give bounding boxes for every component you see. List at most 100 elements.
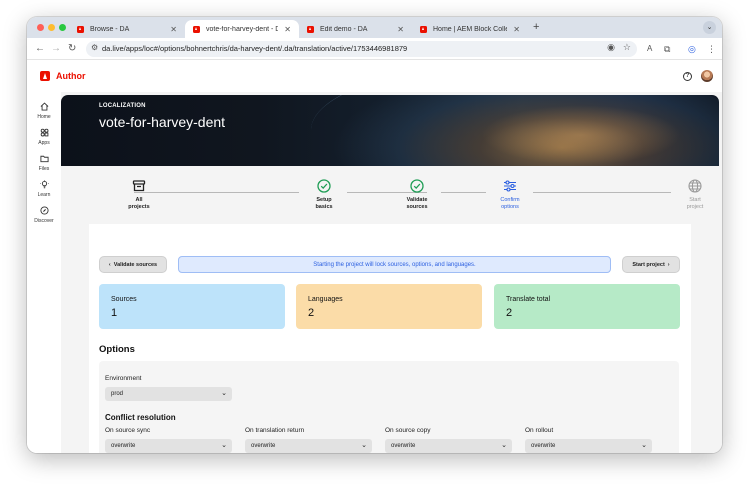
on-translation-return-select[interactable]: overwrite ⌄: [245, 439, 372, 453]
step-connector: [533, 192, 671, 193]
left-rail: Home Apps Files Learn Discover: [27, 92, 61, 453]
adobe-favicon-icon: [77, 25, 84, 33]
stat-value: 2: [308, 307, 315, 319]
stat-title: Translate total: [506, 296, 551, 303]
tab-title: vote-for-harvey-dent - DA Tr: [206, 25, 279, 33]
environment-label: Environment: [105, 375, 142, 382]
tab-close-icon[interactable]: ✕: [284, 25, 291, 34]
globe-icon: [688, 179, 702, 193]
rail-item-label: Files: [38, 166, 50, 172]
on-source-sync-select[interactable]: overwrite ⌄: [105, 439, 232, 453]
stat-title: Sources: [111, 296, 137, 303]
rail-item-label: Home: [37, 114, 51, 120]
site-settings-icon[interactable]: ⚙: [91, 43, 98, 52]
browser-tab-aem-block-collection[interactable]: Home | AEM Block Collection ✕: [412, 20, 528, 38]
reload-icon[interactable]: ↻: [68, 42, 76, 56]
rail-item-label: Apps: [38, 140, 50, 146]
address-bar[interactable]: ⚙ da.live/apps/loc#/options/bohnertchris…: [86, 41, 637, 57]
options-panel: ‹ Validate sources Starting the project …: [89, 224, 691, 453]
chevron-right-icon: ›: [667, 261, 670, 268]
close-window-button[interactable]: [37, 24, 44, 31]
options-form: Environment prod ⌄ Conflict resolution O…: [99, 361, 679, 453]
tab-close-icon[interactable]: ✕: [170, 25, 177, 34]
project-stepper: All projects Setup basics Validate sourc…: [61, 166, 719, 224]
profile-icon[interactable]: ◎: [688, 42, 696, 56]
back-arrow-icon[interactable]: ←: [35, 42, 45, 56]
adobe-logo-icon[interactable]: [40, 71, 50, 81]
adobe-extension-icon[interactable]: A: [647, 42, 652, 56]
on-rollout-select[interactable]: overwrite ⌄: [525, 439, 652, 453]
rail-item-files[interactable]: Files: [27, 154, 61, 172]
home-icon: [40, 102, 48, 111]
select-value: overwrite: [391, 443, 416, 449]
tab-search-chevron-icon[interactable]: ⌄: [703, 21, 716, 34]
check-circle-icon: [410, 179, 424, 193]
on-source-copy-select[interactable]: overwrite ⌄: [385, 439, 512, 453]
eye-off-icon[interactable]: ◉: [607, 42, 615, 53]
step-label: All projects: [128, 197, 150, 210]
browser-menu-icon[interactable]: ⋮: [707, 42, 716, 56]
chevron-down-icon: ⌄: [221, 442, 227, 449]
rail-item-label: Discover: [34, 218, 54, 224]
page-title: vote-for-harvey-dent: [99, 114, 226, 130]
chevron-left-icon: ‹: [108, 261, 111, 268]
environment-select[interactable]: prod ⌄: [105, 387, 232, 401]
tab-close-icon[interactable]: ✕: [513, 25, 520, 34]
browser-tab-vote-for-harvey-dent[interactable]: vote-for-harvey-dent - DA Tr ✕: [185, 20, 299, 38]
step-label: Setup basics: [315, 197, 333, 210]
on-source-copy-label: On source copy: [385, 427, 431, 434]
hero-banner: LOCALIZATION vote-for-harvey-dent: [61, 95, 719, 166]
step-start-project[interactable]: Start project: [665, 179, 722, 210]
options-title: Options: [99, 344, 135, 355]
rail-item-label: Learn: [37, 192, 51, 198]
tab-close-icon[interactable]: ✕: [397, 25, 404, 34]
step-confirm-options[interactable]: Confirm options: [480, 179, 540, 210]
globe-horizon-arc: [311, 95, 719, 166]
stat-value: 2: [506, 307, 513, 319]
main-content: LOCALIZATION vote-for-harvey-dent All pr…: [61, 92, 722, 453]
conflict-resolution-title: Conflict resolution: [105, 413, 176, 422]
chevron-down-icon: ⌄: [501, 442, 507, 449]
button-label: Start project: [632, 261, 665, 268]
help-icon[interactable]: ?: [683, 72, 692, 81]
avatar[interactable]: [701, 70, 713, 82]
forward-arrow-icon[interactable]: →: [51, 42, 61, 56]
browser-tab-edit-demo[interactable]: Edit demo - DA ✕: [299, 20, 412, 38]
rail-item-discover[interactable]: Discover: [27, 206, 61, 224]
notice-text: Starting the project will lock sources, …: [313, 261, 476, 268]
rail-item-home[interactable]: Home: [27, 102, 61, 120]
compass-icon: [39, 206, 49, 215]
step-label: Confirm options: [500, 197, 520, 210]
app-header: Author ?: [27, 60, 722, 92]
page-kicker: LOCALIZATION: [99, 103, 146, 109]
step-label: Start project: [686, 197, 704, 210]
new-tab-button[interactable]: +: [533, 21, 539, 33]
start-project-button[interactable]: Start project ›: [622, 256, 680, 273]
extensions-puzzle-icon[interactable]: ⧉: [664, 42, 670, 56]
tab-title: Edit demo - DA: [320, 25, 368, 33]
browser-tab-browse[interactable]: Browse - DA ✕: [69, 20, 185, 38]
rail-item-learn[interactable]: Learn: [27, 180, 61, 198]
on-source-sync-label: On source sync: [105, 427, 151, 434]
step-validate-sources[interactable]: Validate sources: [387, 179, 447, 210]
button-label: Validate sources: [113, 261, 158, 268]
validate-sources-button[interactable]: ‹ Validate sources: [99, 256, 167, 273]
step-all-projects[interactable]: All projects: [109, 179, 169, 210]
app-name[interactable]: Author: [56, 71, 86, 81]
zoom-window-button[interactable]: [59, 24, 66, 31]
minimize-window-button[interactable]: [48, 24, 55, 31]
check-circle-icon: [317, 179, 331, 193]
step-setup-basics[interactable]: Setup basics: [294, 179, 354, 210]
on-translation-return-label: On translation return: [245, 427, 305, 434]
select-value: overwrite: [251, 443, 276, 449]
step-label: Validate sources: [406, 197, 428, 210]
tab-title: Browse - DA: [90, 25, 130, 33]
adobe-favicon-icon: [307, 25, 314, 33]
browser-toolbar: ← → ↻ ⚙ da.live/apps/loc#/options/bohner…: [27, 38, 722, 60]
chevron-down-icon: ⌄: [221, 390, 227, 397]
bookmark-star-icon[interactable]: ☆: [623, 42, 631, 53]
chevron-down-icon: ⌄: [641, 442, 647, 449]
chevron-down-icon: ⌄: [361, 442, 367, 449]
apps-icon: [40, 128, 48, 137]
rail-item-apps[interactable]: Apps: [27, 128, 61, 146]
